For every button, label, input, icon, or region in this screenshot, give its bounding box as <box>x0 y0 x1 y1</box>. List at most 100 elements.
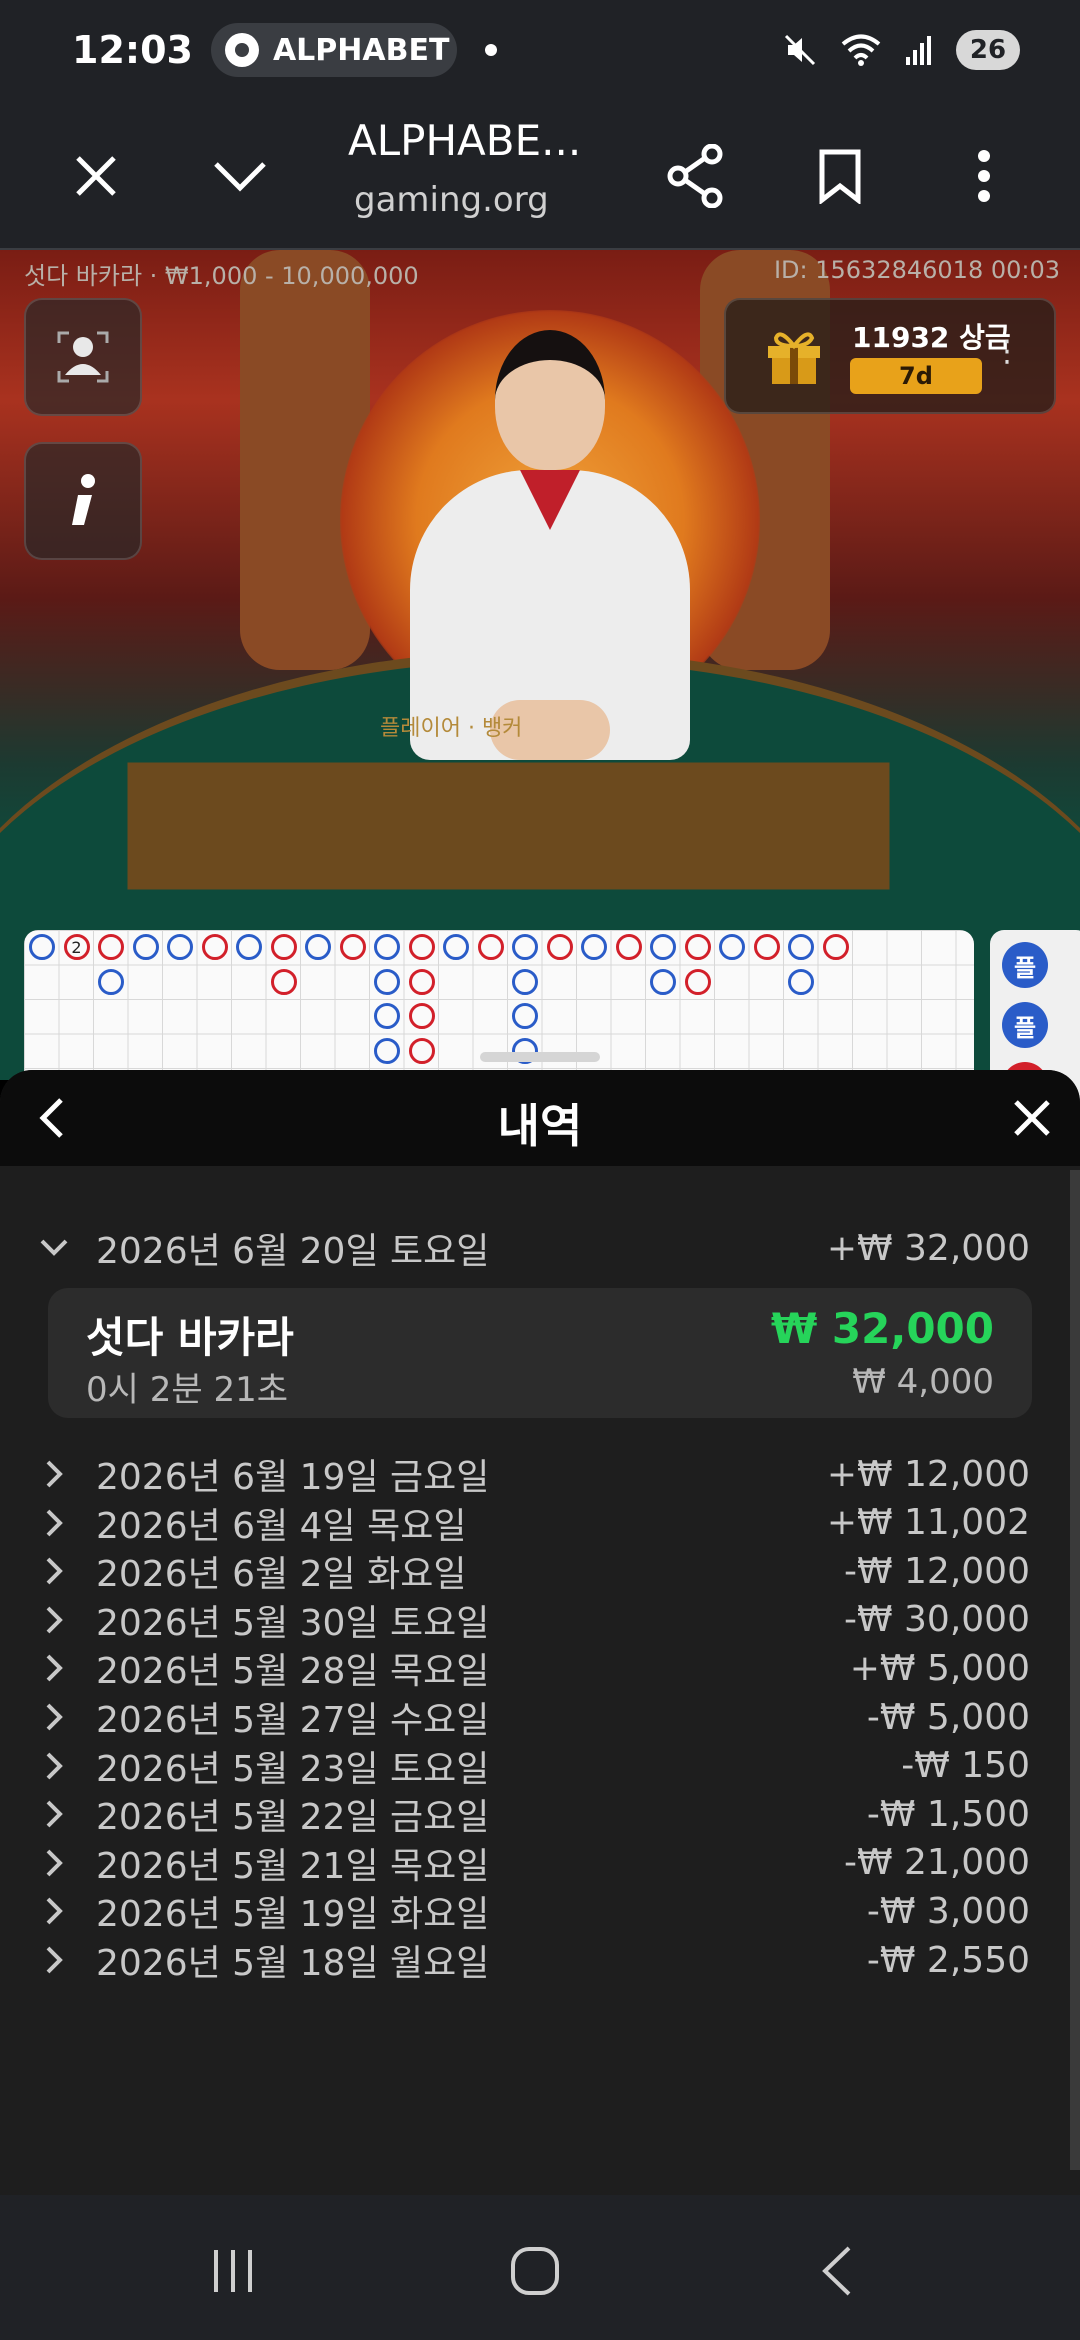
status-bar: 12:03 ALPHABET 26 <box>0 0 1080 100</box>
chrome-icon <box>224 33 259 67</box>
bead-player <box>512 1003 538 1029</box>
prize-widget[interactable]: 11932 상금 7d ⋮ <box>724 298 1056 414</box>
bead-banker <box>477 934 504 960</box>
chevron-right-icon <box>0 1848 96 1878</box>
chevron-right-icon <box>0 1702 96 1732</box>
player-badge: 플 <box>1002 1002 1048 1048</box>
history-day-total: -₩ 2,550 <box>866 1939 1030 1981</box>
active-app-chip[interactable]: ALPHABET <box>210 23 457 77</box>
battery-icon: 26 <box>956 30 1020 70</box>
table-limits: 섯다 바카라 · ₩1,000 - 10,000,000 <box>24 262 419 290</box>
bead-banker <box>684 934 711 960</box>
info-icon <box>72 474 95 525</box>
bead-player <box>132 934 159 960</box>
bead-banker <box>408 1003 435 1029</box>
bead-banker <box>684 968 711 995</box>
bead-player <box>236 934 262 960</box>
win-amount: ₩ 32,000 <box>770 1304 994 1353</box>
history-day-row-expanded[interactable]: 2026년 6월 20일 토요일 +₩ 32,000 <box>0 1212 1070 1284</box>
app-chip-label: ALPHABET <box>272 32 450 68</box>
prize-amount: 11932 상금 <box>852 321 1011 354</box>
sheet-title: 내역 <box>497 1099 583 1153</box>
more-vertical-icon <box>978 150 990 202</box>
bead-player <box>512 968 538 995</box>
bookmark-icon <box>819 149 861 204</box>
gift-icon <box>768 332 820 384</box>
history-day-row[interactable]: 2026년 5월 18일 월요일 -₩ 2,550 <box>0 1924 1070 1996</box>
bead-player <box>374 1037 400 1064</box>
chevron-down-icon <box>214 162 266 192</box>
recent-apps-button[interactable] <box>188 2231 278 2311</box>
bead-player <box>788 968 814 995</box>
more-options-button[interactable] <box>948 140 1020 212</box>
share-icon <box>667 144 723 208</box>
chevron-right-icon <box>0 1751 96 1781</box>
round-id: ID: 15632846018 00:03 <box>773 256 1060 284</box>
bead-banker <box>270 968 297 995</box>
history-sheet: 내역 2026년 6월 20일 토요일 +₩ 32,000 섯다 바카라 ₩ 3… <box>0 1070 1080 2195</box>
bead-player <box>719 934 745 960</box>
notification-dot <box>484 44 497 56</box>
dealer-head <box>495 330 605 470</box>
signal-icon <box>906 36 931 65</box>
player-list-button[interactable] <box>24 298 142 416</box>
minimize-tab-button[interactable] <box>204 140 276 212</box>
chevron-right-icon <box>0 1945 96 1975</box>
sheet-header: 내역 <box>0 1070 1080 1166</box>
browser-toolbar: ALPHABE... gaming.org <box>0 100 1080 250</box>
bead-player <box>167 934 193 960</box>
bead-banker <box>546 934 573 960</box>
chevron-right-icon <box>0 1459 96 1489</box>
history-day-total: +₩ 32,000 <box>826 1227 1030 1269</box>
share-button[interactable] <box>660 140 732 212</box>
game-name: 섯다 바카라 <box>86 1313 294 1362</box>
bead-player <box>788 934 814 960</box>
bead-player <box>443 934 469 960</box>
history-day-date: 2026년 6월 20일 토요일 <box>96 1231 490 1272</box>
home-button[interactable] <box>490 2231 580 2311</box>
bead-banker <box>753 934 780 960</box>
prize-days-badge: 7d <box>850 358 982 394</box>
bead-player <box>512 934 538 960</box>
bead-banker <box>408 934 435 960</box>
bead-banker: 2 <box>63 934 90 960</box>
scrollbar[interactable] <box>1070 1170 1080 2170</box>
home-icon <box>511 2247 559 2295</box>
close-sheet-button[interactable] <box>1006 1092 1058 1144</box>
game-info-button[interactable] <box>24 442 142 560</box>
bead-player <box>650 934 676 960</box>
sheet-drag-handle[interactable] <box>480 1052 600 1062</box>
bead-player <box>98 968 124 995</box>
bead-banker <box>270 934 297 960</box>
more-vertical-icon[interactable]: ⋮ <box>992 334 1022 369</box>
bead-player <box>581 934 607 960</box>
close-icon <box>1014 1100 1050 1136</box>
bead-banker <box>339 934 366 960</box>
bead-banker <box>98 934 124 960</box>
chevron-right-icon <box>0 1556 96 1586</box>
back-nav-button[interactable] <box>792 2231 882 2311</box>
bead-banker <box>408 968 435 995</box>
bead-banker <box>201 934 228 960</box>
bead-player <box>29 934 55 960</box>
close-tab-button[interactable] <box>60 140 132 212</box>
bead-banker <box>408 1037 435 1064</box>
table-sign: 플레이어 · 뱅커 <box>380 716 523 741</box>
recent-apps-icon <box>214 2250 252 2292</box>
page-url: gaming.org <box>354 180 549 220</box>
player-badge: 플 <box>1002 942 1048 988</box>
bead-banker <box>615 934 642 960</box>
system-navigation-bar <box>0 2195 1080 2340</box>
chevron-right-icon <box>0 1508 96 1538</box>
bead-player <box>650 968 676 995</box>
user-icon <box>57 331 109 383</box>
bet-amount: ₩ 4,000 <box>852 1362 994 1402</box>
history-day-date: 2026년 5월 18일 월요일 <box>96 1943 490 1984</box>
history-game-entry[interactable]: 섯다 바카라 ₩ 32,000 0시 2분 21초 ₩ 4,000 <box>48 1288 1032 1418</box>
bead-player <box>374 934 400 960</box>
bead-banker <box>822 934 849 960</box>
chevron-down-icon <box>0 1238 96 1258</box>
status-icons: 26 <box>782 30 1020 70</box>
chevron-right-icon <box>0 1653 96 1683</box>
bookmark-button[interactable] <box>804 140 876 212</box>
